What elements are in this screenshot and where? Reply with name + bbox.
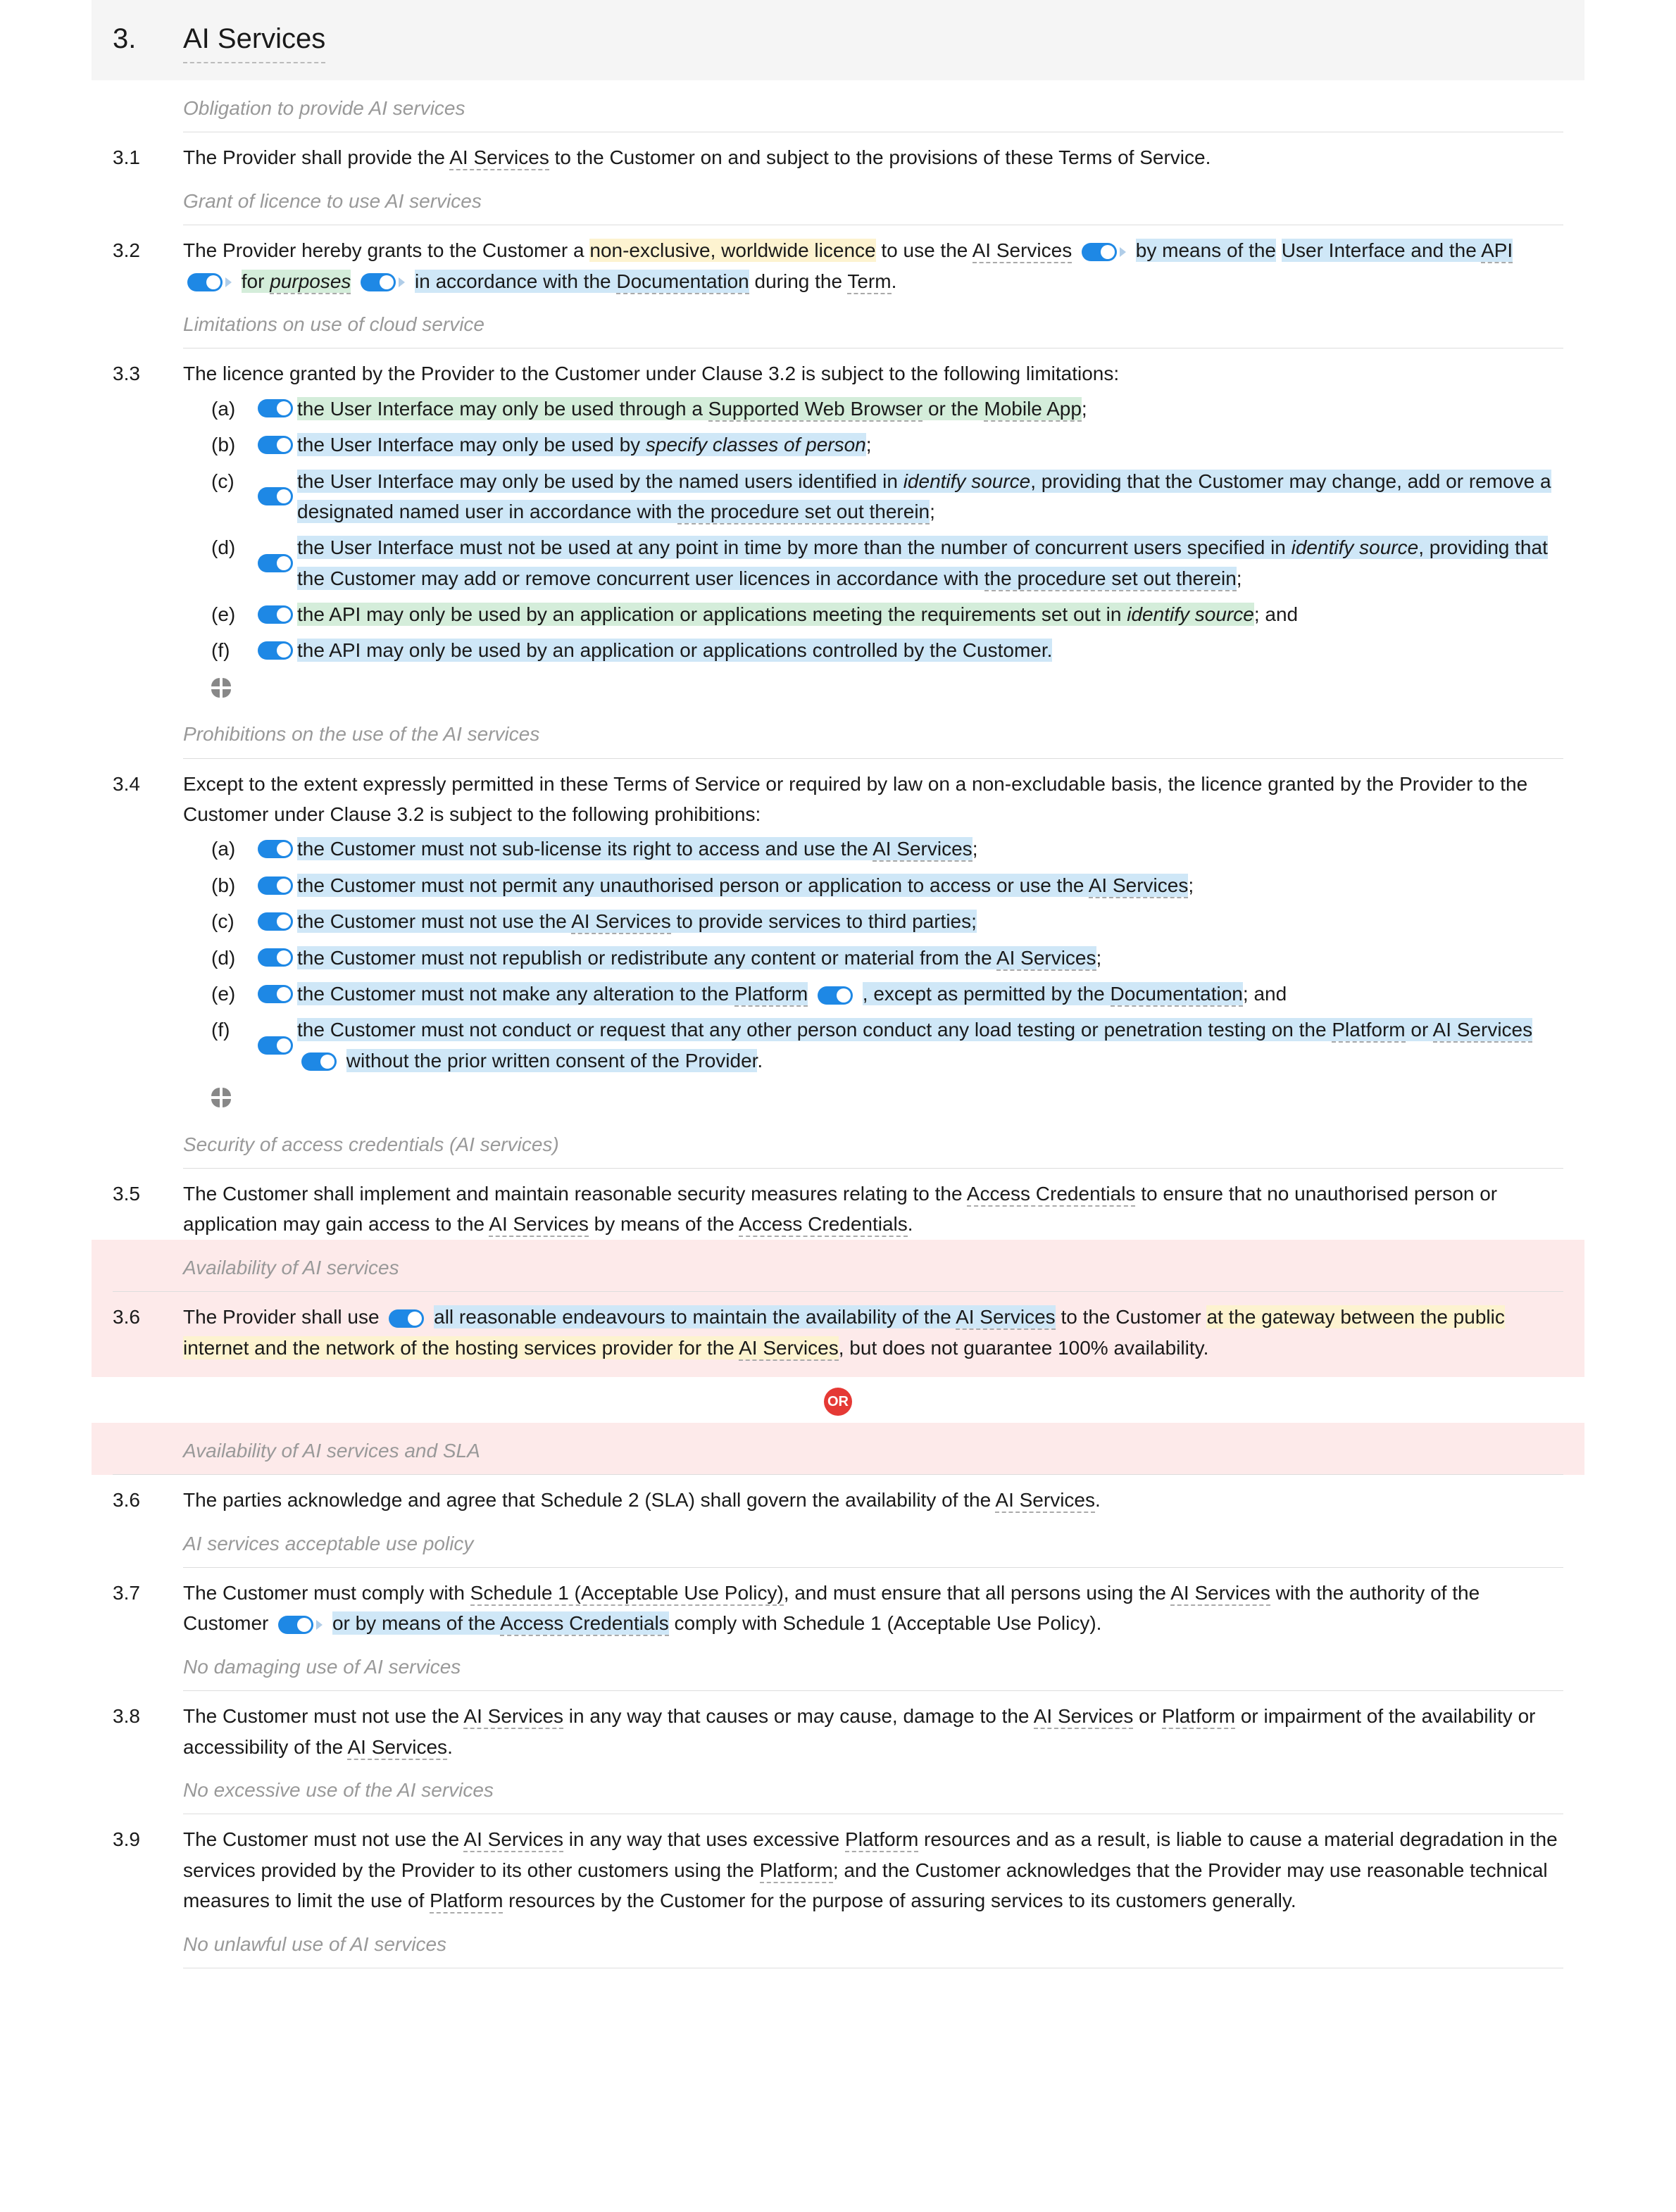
placeholder-text[interactable]: specify classes of person <box>646 434 866 455</box>
toggle-switch[interactable] <box>258 906 293 936</box>
list-item: (a) the User Interface may only be used … <box>183 389 1563 425</box>
or-separator: OR <box>113 1377 1563 1423</box>
subheading-3-6b: Availability of AI services and SLA <box>113 1423 1563 1475</box>
list-item: (c) the Customer must not use the AI Ser… <box>183 902 1563 938</box>
editable-text[interactable]: non-exclusive, worldwide licence <box>589 239 875 262</box>
list-item: (f) the API may only be used by an appli… <box>183 631 1563 667</box>
placeholder-text[interactable]: purposes <box>270 270 351 294</box>
clause-3-2: 3.2 The Provider hereby grants to the Cu… <box>113 225 1563 296</box>
toggle-switch[interactable] <box>818 986 853 1005</box>
clause-text: The Customer shall implement and maintai… <box>183 1179 1563 1240</box>
toggle-switch[interactable] <box>258 394 293 424</box>
subheading-3-2: Grant of licence to use AI services <box>183 173 1563 225</box>
subheading-3-4: Prohibitions on the use of the AI servic… <box>183 706 1563 758</box>
toggle-switch[interactable] <box>1082 243 1126 261</box>
clause-3-1: 3.1 The Provider shall provide the AI Se… <box>113 132 1563 172</box>
subheading-3-10: No unlawful use of AI services <box>183 1916 1563 1968</box>
subheading-3-3: Limitations on use of cloud service <box>183 296 1563 348</box>
clause-number: 3.4 <box>113 769 183 799</box>
list-item: (d) the User Interface must not be used … <box>183 528 1563 595</box>
clause-number: 3.2 <box>113 235 183 265</box>
placeholder-text[interactable]: identify source <box>903 470 1031 492</box>
editor-control-icon[interactable] <box>183 1077 1563 1116</box>
section-title: AI Services <box>183 17 325 63</box>
toggle-switch[interactable] <box>389 1309 424 1328</box>
clause-3-8: 3.8 The Customer must not use the AI Ser… <box>113 1691 1563 1762</box>
toggle-switch[interactable] <box>258 466 293 527</box>
toggle-switch[interactable] <box>258 429 293 460</box>
subheading-3-5: Security of access credentials (AI servi… <box>183 1117 1563 1169</box>
chevron-right-icon <box>1120 247 1126 257</box>
alternative-block: Availability of AI services and SLA <box>92 1423 1584 1475</box>
toggle-switch[interactable] <box>258 635 293 665</box>
list-item: (b) the User Interface may only be used … <box>183 425 1563 461</box>
clause-3-4: 3.4 Except to the extent expressly permi… <box>113 759 1563 1117</box>
clause-number: 3.8 <box>113 1701 183 1731</box>
editor-control-icon[interactable] <box>183 667 1563 706</box>
toggleable-text: User Interface and the API <box>1282 239 1513 262</box>
subheading-3-8: No damaging use of AI services <box>183 1639 1563 1691</box>
clause-text: The Customer must not use the AI Service… <box>183 1824 1563 1916</box>
subheading-3-1: Obligation to provide AI services <box>183 80 1563 132</box>
list-item: (f) the Customer must not conduct or req… <box>183 1010 1563 1077</box>
clause-text: The licence granted by the Provider to t… <box>183 358 1563 706</box>
subheading-3-6a: Availability of AI services <box>113 1240 1563 1292</box>
subheading-3-7: AI services acceptable use policy <box>183 1516 1563 1568</box>
clause-number: 3.6 <box>113 1302 183 1332</box>
defined-term-ai-services: AI Services <box>449 146 549 170</box>
clause-3-6a: 3.6 The Provider shall use all reasonabl… <box>113 1292 1563 1377</box>
clause-number: 3.7 <box>113 1578 183 1608</box>
chevron-right-icon <box>316 1620 323 1630</box>
clause-3-6b: 3.6 The parties acknowledge and agree th… <box>113 1475 1563 1515</box>
list-item: (d) the Customer must not republish or r… <box>183 938 1563 974</box>
toggle-switch[interactable] <box>258 979 293 1009</box>
clause-3-7: 3.7 The Customer must comply with Schedu… <box>113 1568 1563 1639</box>
section-header: 3. AI Services <box>92 0 1584 80</box>
or-badge: OR <box>824 1388 852 1416</box>
placeholder-text[interactable]: identify source <box>1292 536 1419 558</box>
clause-3-5: 3.5 The Customer shall implement and mai… <box>113 1169 1563 1240</box>
toggle-switch[interactable] <box>301 1052 337 1071</box>
toggle-switch[interactable] <box>258 943 293 973</box>
chevron-right-icon <box>399 277 405 287</box>
clause-text: The Provider shall use all reasonable en… <box>183 1302 1563 1363</box>
clause-text: The Customer must comply with Schedule 1… <box>183 1578 1563 1639</box>
section-number: 3. <box>113 17 183 61</box>
clause-text: Except to the extent expressly permitted… <box>183 769 1563 1117</box>
clause-text: The Provider shall provide the AI Servic… <box>183 142 1563 172</box>
clause-number: 3.1 <box>113 142 183 172</box>
toggle-switch[interactable] <box>258 599 293 629</box>
toggle-switch[interactable] <box>258 1014 293 1076</box>
list-item: (b) the Customer must not permit any una… <box>183 866 1563 902</box>
toggle-switch[interactable] <box>187 273 232 291</box>
defined-term: Term <box>847 270 891 294</box>
toggleable-text: in accordance with the Documentation <box>415 270 749 293</box>
chevron-right-icon <box>225 277 232 287</box>
clause-3-9: 3.9 The Customer must not use the AI Ser… <box>113 1814 1563 1916</box>
toggle-switch[interactable] <box>258 870 293 900</box>
alternative-block: Availability of AI services 3.6 The Prov… <box>92 1240 1584 1377</box>
toggleable-text: by means of the <box>1136 239 1276 262</box>
clause-text: The Customer must not use the AI Service… <box>183 1701 1563 1762</box>
list-item: (a) the Customer must not sub-license it… <box>183 829 1563 865</box>
list-item: (e) the API may only be used by an appli… <box>183 595 1563 631</box>
placeholder-text[interactable]: identify source <box>1127 603 1254 625</box>
subheading-3-9: No excessive use of the AI services <box>183 1762 1563 1814</box>
clause-number: 3.3 <box>113 358 183 389</box>
list-item: (e) the Customer must not make any alter… <box>183 974 1563 1010</box>
clause-number: 3.6 <box>113 1485 183 1515</box>
list-item: (c) the User Interface may only be used … <box>183 462 1563 529</box>
clause-number: 3.9 <box>113 1824 183 1854</box>
toggle-switch[interactable] <box>278 1616 323 1634</box>
toggle-switch[interactable] <box>361 273 405 291</box>
clause-3-3: 3.3 The licence granted by the Provider … <box>113 348 1563 706</box>
toggle-switch[interactable] <box>258 532 293 593</box>
toggleable-text: for purposes <box>242 270 351 293</box>
clause-text: The parties acknowledge and agree that S… <box>183 1485 1563 1515</box>
toggle-switch[interactable] <box>258 834 293 864</box>
clause-text: The Provider hereby grants to the Custom… <box>183 235 1563 296</box>
defined-term-ai-services: AI Services <box>973 239 1072 263</box>
clause-number: 3.5 <box>113 1179 183 1209</box>
